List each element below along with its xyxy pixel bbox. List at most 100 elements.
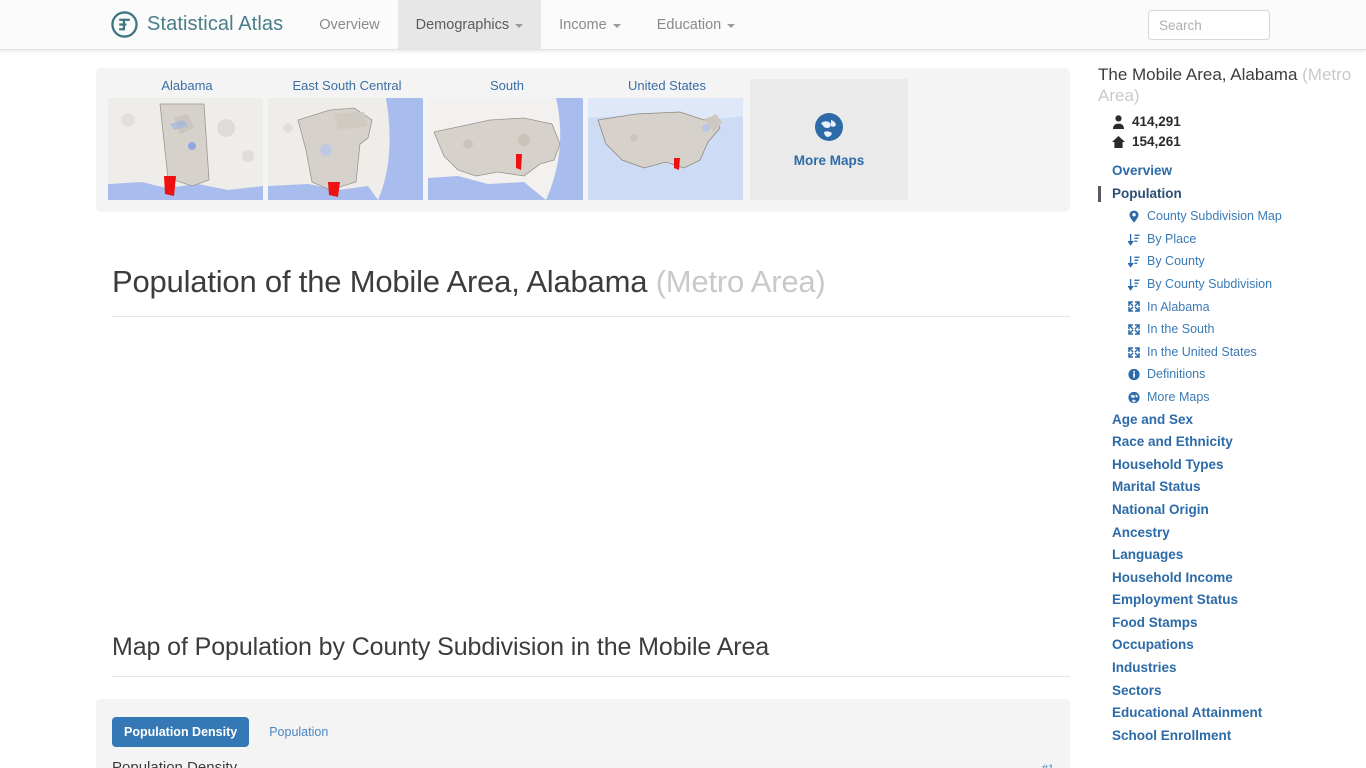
main-content: Alabama East South Central South United … [0, 50, 1084, 768]
sidebar-subitem-more-maps[interactable]: More Maps [1098, 386, 1356, 409]
sidebar-item-national-origin[interactable]: National Origin [1098, 499, 1356, 522]
sidebar-item-industries[interactable]: Industries [1098, 657, 1356, 680]
sidebar-item-employment-status[interactable]: Employment Status [1098, 589, 1356, 612]
sidebar-subitem-label: Definitions [1147, 367, 1206, 382]
stat-households: 154,261 [1112, 132, 1356, 152]
sidebar-item-household-types[interactable]: Household Types [1098, 454, 1356, 477]
chevron-down-icon [515, 23, 524, 28]
page-title: Population of the Mobile Area, Alabama (… [112, 264, 1070, 317]
sidebar-subitem-definitions[interactable]: Definitions [1098, 363, 1356, 386]
nav-item-income[interactable]: Income [541, 0, 639, 49]
more-maps-label: More Maps [793, 152, 865, 168]
sidebar-item-food-stamps[interactable]: Food Stamps [1098, 612, 1356, 635]
sidebar-nav: Overview Population County Subdivision M… [1098, 160, 1356, 747]
figure-caption-row: Population Density #1 [112, 759, 1054, 768]
sidebar-title-text: The Mobile Area, Alabama [1098, 65, 1298, 84]
brand-name: Statistical Atlas [147, 13, 284, 35]
sidebar-subitem-by-place[interactable]: By Place [1098, 228, 1356, 251]
atlas-logo-icon [111, 11, 138, 38]
nav-label: Overview [319, 16, 380, 33]
map-card-title[interactable]: United States [588, 78, 746, 93]
stat-value: 154,261 [1132, 134, 1181, 149]
expand-icon [1128, 300, 1140, 313]
section-title: Map of Population by County Subdivision … [112, 633, 1070, 677]
stat-value: 414,291 [1132, 114, 1181, 129]
sidebar-item-race-and-ethnicity[interactable]: Race and Ethnicity [1098, 431, 1356, 454]
map-card-title[interactable]: South [428, 78, 586, 93]
map-card-united-states[interactable]: United States [588, 78, 746, 200]
sidebar-item-age-and-sex[interactable]: Age and Sex [1098, 409, 1356, 432]
globe-icon [814, 112, 844, 147]
figure-tabs: Population Density Population [112, 717, 1054, 747]
nav-item-overview[interactable]: Overview [301, 0, 397, 49]
globe-icon [1128, 391, 1140, 404]
more-maps-tile[interactable]: More Maps [750, 79, 908, 200]
sidebar-subitem-in-alabama[interactable]: In Alabama [1098, 296, 1356, 319]
sidebar-subitem-label: County Subdivision Map [1147, 209, 1282, 224]
sidebar-item-educational-attainment[interactable]: Educational Attainment [1098, 702, 1356, 725]
tab-population[interactable]: Population [257, 717, 340, 747]
sidebar-item-school-enrollment[interactable]: School Enrollment [1098, 725, 1356, 748]
map-card-title[interactable]: Alabama [108, 78, 266, 93]
nav-label: Education [656, 16, 722, 33]
sidebar-subitem-label: In the United States [1147, 344, 1257, 359]
map-pin-icon [1128, 210, 1140, 223]
expand-icon [1128, 346, 1140, 359]
map-card-east-south-central[interactable]: East South Central [268, 78, 426, 200]
sidebar-subitem-label: By Place [1147, 231, 1197, 246]
map-card-south[interactable]: South [428, 78, 586, 200]
sidebar-item-overview[interactable]: Overview [1098, 160, 1356, 183]
sidebar-stats: 414,291 154,261 [1112, 112, 1356, 152]
nav-label: Demographics [415, 16, 510, 33]
sidebar-item-ancestry[interactable]: Ancestry [1098, 522, 1356, 545]
page-body: Alabama East South Central South United … [0, 50, 1366, 768]
figure-rank-link[interactable]: #1 [1042, 763, 1054, 768]
map-thumbnail-united-states[interactable] [588, 98, 743, 200]
page-title-suffix: (Metro Area) [655, 264, 826, 299]
sort-icon [1128, 255, 1140, 268]
main-nav: Overview Demographics Income Education [301, 0, 753, 49]
chevron-down-icon [727, 23, 736, 28]
sidebar-item-sectors[interactable]: Sectors [1098, 680, 1356, 703]
brand-link[interactable]: Statistical Atlas [111, 0, 301, 49]
sidebar-subitem-label: By County Subdivision [1147, 276, 1273, 291]
home-icon [1112, 135, 1125, 149]
sidebar: The Mobile Area, Alabama (Metro Area) 41… [1084, 50, 1366, 768]
expand-icon [1128, 323, 1140, 336]
site-header: Statistical Atlas Overview Demographics … [0, 0, 1366, 50]
nav-item-demographics[interactable]: Demographics [397, 0, 542, 49]
sidebar-item-household-income[interactable]: Household Income [1098, 567, 1356, 590]
sidebar-item-languages[interactable]: Languages [1098, 544, 1356, 567]
sidebar-title: The Mobile Area, Alabama (Metro Area) [1098, 64, 1356, 106]
sidebar-subitem-in-the-united-states[interactable]: In the United States [1098, 341, 1356, 364]
sidebar-subitem-in-the-south[interactable]: In the South [1098, 318, 1356, 341]
tab-population-density[interactable]: Population Density [112, 717, 250, 747]
sort-icon [1128, 233, 1140, 246]
sidebar-item-occupations[interactable]: Occupations [1098, 634, 1356, 657]
sort-icon [1128, 278, 1140, 291]
sidebar-item-population[interactable]: Population [1098, 183, 1356, 206]
nav-label: Income [559, 16, 607, 33]
stat-population: 414,291 [1112, 112, 1356, 132]
sidebar-item-marital-status[interactable]: Marital Status [1098, 476, 1356, 499]
map-thumbnail-east-south-central[interactable] [268, 98, 423, 200]
info-icon [1128, 368, 1140, 381]
chart-placeholder-area [0, 317, 1084, 633]
page-title-text: Population of the Mobile Area, Alabama [112, 264, 648, 299]
chevron-down-icon [612, 23, 621, 28]
map-thumbnail-alabama[interactable] [108, 98, 263, 200]
nav-item-education[interactable]: Education [639, 0, 754, 49]
search-input[interactable] [1148, 10, 1270, 40]
sidebar-subitem-label: In the South [1147, 322, 1215, 337]
sidebar-subitem-county-subdivision-map[interactable]: County Subdivision Map [1098, 205, 1356, 228]
sidebar-subitem-label: By County [1147, 254, 1205, 269]
map-card-alabama[interactable]: Alabama [108, 78, 266, 200]
sidebar-subitem-label: More Maps [1147, 389, 1210, 404]
map-thumbnail-south[interactable] [428, 98, 583, 200]
sidebar-subitem-by-county[interactable]: By County [1098, 250, 1356, 273]
sidebar-subitem-by-county-subdivision[interactable]: By County Subdivision [1098, 273, 1356, 296]
map-card-title[interactable]: East South Central [268, 78, 426, 93]
figure-panel: Population Density Population Population… [96, 699, 1070, 768]
person-icon [1112, 115, 1125, 129]
sidebar-subitem-label: In Alabama [1147, 299, 1210, 314]
